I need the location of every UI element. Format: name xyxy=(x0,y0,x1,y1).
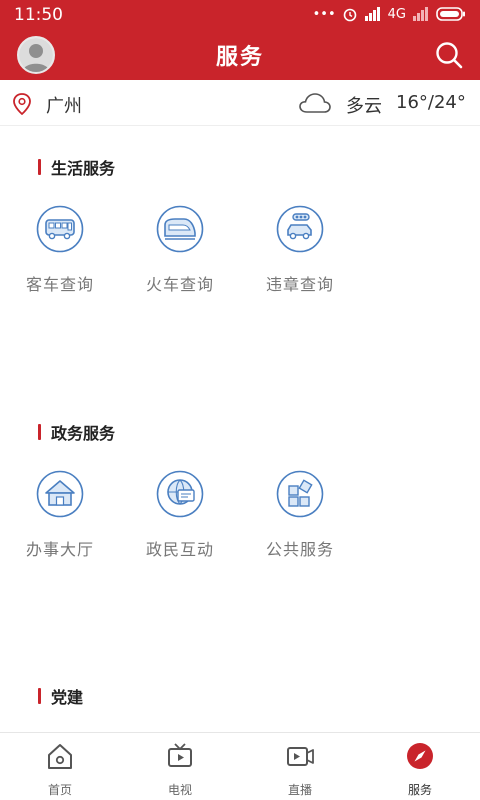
status-time: 11:50 xyxy=(14,5,63,25)
service-public-service[interactable]: 公共服务 xyxy=(250,470,350,560)
live-icon xyxy=(287,747,314,766)
section-marker xyxy=(38,688,41,704)
network-type: 4G xyxy=(387,6,406,22)
nav-label: 直播 xyxy=(287,783,312,797)
nav-item-services[interactable]: 服务 xyxy=(370,741,470,798)
more-dots-icon: ••• xyxy=(312,6,336,22)
home-icon xyxy=(48,744,72,769)
temperature-text: 16°/24° xyxy=(396,92,466,113)
nav-item-home[interactable]: 首页 xyxy=(10,741,110,798)
nav-item-live[interactable]: 直播 xyxy=(250,741,350,798)
service-label: 公共服务 xyxy=(265,540,334,559)
interaction-icon xyxy=(156,470,204,518)
location-bar: 广州 多云 16°/24° xyxy=(0,80,480,126)
service-office-hall[interactable]: 办事大厅 xyxy=(10,470,110,560)
bottom-navigation: 首页 电视 直播 服务 xyxy=(0,732,480,800)
service-label: 政民互动 xyxy=(145,540,214,559)
section-title-life-services: 生活服务 xyxy=(38,155,115,179)
hall-icon xyxy=(36,470,84,518)
section-title-government-services: 政务服务 xyxy=(38,420,115,444)
nav-label: 电视 xyxy=(167,783,192,797)
section-title-text: 生活服务 xyxy=(51,159,116,178)
signal-secondary-icon xyxy=(413,7,428,21)
service-public-interaction[interactable]: 政民互动 xyxy=(130,470,230,560)
service-label: 违章查询 xyxy=(265,275,334,294)
search-icon[interactable] xyxy=(434,40,464,70)
app-header: 服务 xyxy=(0,30,480,80)
nav-item-tv[interactable]: 电视 xyxy=(130,741,230,798)
service-train-query[interactable]: 火车查询 xyxy=(130,205,230,295)
service-label: 客车查询 xyxy=(25,275,94,294)
section-title-text: 政务服务 xyxy=(51,424,116,443)
battery-icon xyxy=(436,7,465,21)
section-title-text: 党建 xyxy=(51,688,84,707)
public-service-icon xyxy=(276,470,324,518)
service-label: 火车查询 xyxy=(145,275,214,294)
service-violation-query[interactable]: 违章查询 xyxy=(250,205,350,295)
service-label: 办事大厅 xyxy=(25,540,94,559)
service-bus-query[interactable]: 客车查询 xyxy=(10,205,110,295)
section-title-party-building: 党建 xyxy=(38,684,83,708)
train-icon xyxy=(156,205,204,253)
location-pin-icon[interactable] xyxy=(12,93,32,115)
weather-text: 多云 xyxy=(346,96,382,117)
location-city[interactable]: 广州 xyxy=(46,92,82,118)
status-icons: ••• 4G xyxy=(313,6,466,22)
alarm-icon xyxy=(343,8,356,22)
traffic-violation-icon xyxy=(276,205,324,253)
nav-label: 首页 xyxy=(47,783,72,797)
signal-icon xyxy=(364,7,380,21)
cloud-icon xyxy=(299,93,331,113)
status-bar: 11:50 ••• 4G xyxy=(0,0,480,30)
nav-label: 服务 xyxy=(407,783,432,797)
bus-icon xyxy=(36,205,84,253)
section-marker xyxy=(38,424,41,440)
section-marker xyxy=(38,159,41,175)
compass-icon xyxy=(407,743,433,769)
page-title: 服务 xyxy=(215,45,264,70)
tv-icon xyxy=(168,743,192,767)
